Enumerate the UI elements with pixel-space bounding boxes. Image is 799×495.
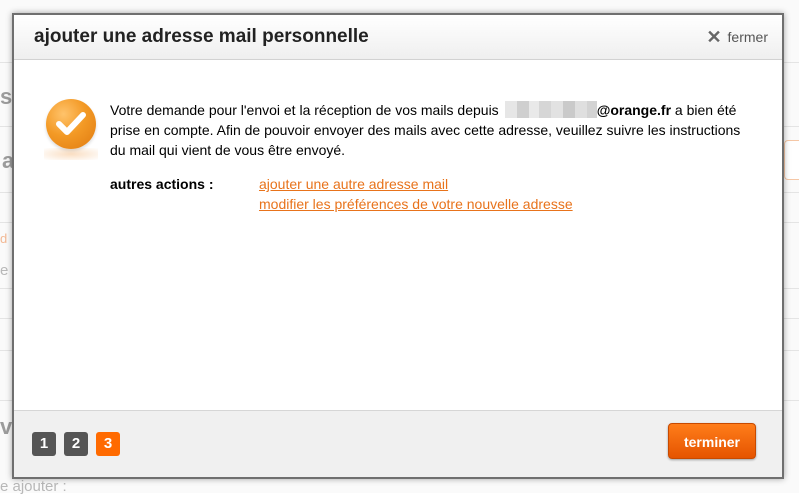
step-indicator-3: 3 bbox=[96, 432, 120, 456]
message-text-before: Votre demande pour l'envoi et la récepti… bbox=[110, 102, 499, 118]
masked-username bbox=[504, 101, 597, 118]
close-button[interactable]: ✕ fermer bbox=[706, 27, 768, 47]
email-domain: @orange.fr bbox=[596, 102, 672, 118]
background-text: v bbox=[0, 414, 13, 439]
dialog-header: ajouter une adresse mail personnelle ✕ f… bbox=[14, 15, 782, 60]
add-email-dialog: ajouter une adresse mail personnelle ✕ f… bbox=[12, 13, 784, 479]
background-button bbox=[784, 140, 799, 180]
icon-reflection bbox=[44, 148, 98, 160]
step-indicator-1: 1 bbox=[32, 432, 56, 456]
close-icon: ✕ bbox=[706, 27, 722, 47]
edit-preferences-link[interactable]: modifier les préférences de votre nouvel… bbox=[259, 196, 573, 212]
confirmation-message: Votre demande pour l'envoi et la récepti… bbox=[110, 100, 750, 160]
background-text: s bbox=[0, 84, 13, 109]
close-label: fermer bbox=[727, 29, 768, 45]
step-indicator-2: 2 bbox=[64, 432, 88, 456]
other-actions-label: autres actions : bbox=[110, 176, 214, 192]
checkmark-circle-icon bbox=[46, 99, 96, 149]
background-text: e bbox=[0, 262, 9, 279]
background-text: e ajouter : bbox=[0, 478, 67, 495]
add-another-email-link[interactable]: ajouter une autre adresse mail bbox=[259, 176, 448, 192]
dialog-footer: 1 2 3 terminer bbox=[14, 410, 782, 477]
background-text: d bbox=[0, 231, 8, 246]
finish-button[interactable]: terminer bbox=[668, 423, 756, 459]
dialog-title: ajouter une adresse mail personnelle bbox=[34, 26, 369, 47]
